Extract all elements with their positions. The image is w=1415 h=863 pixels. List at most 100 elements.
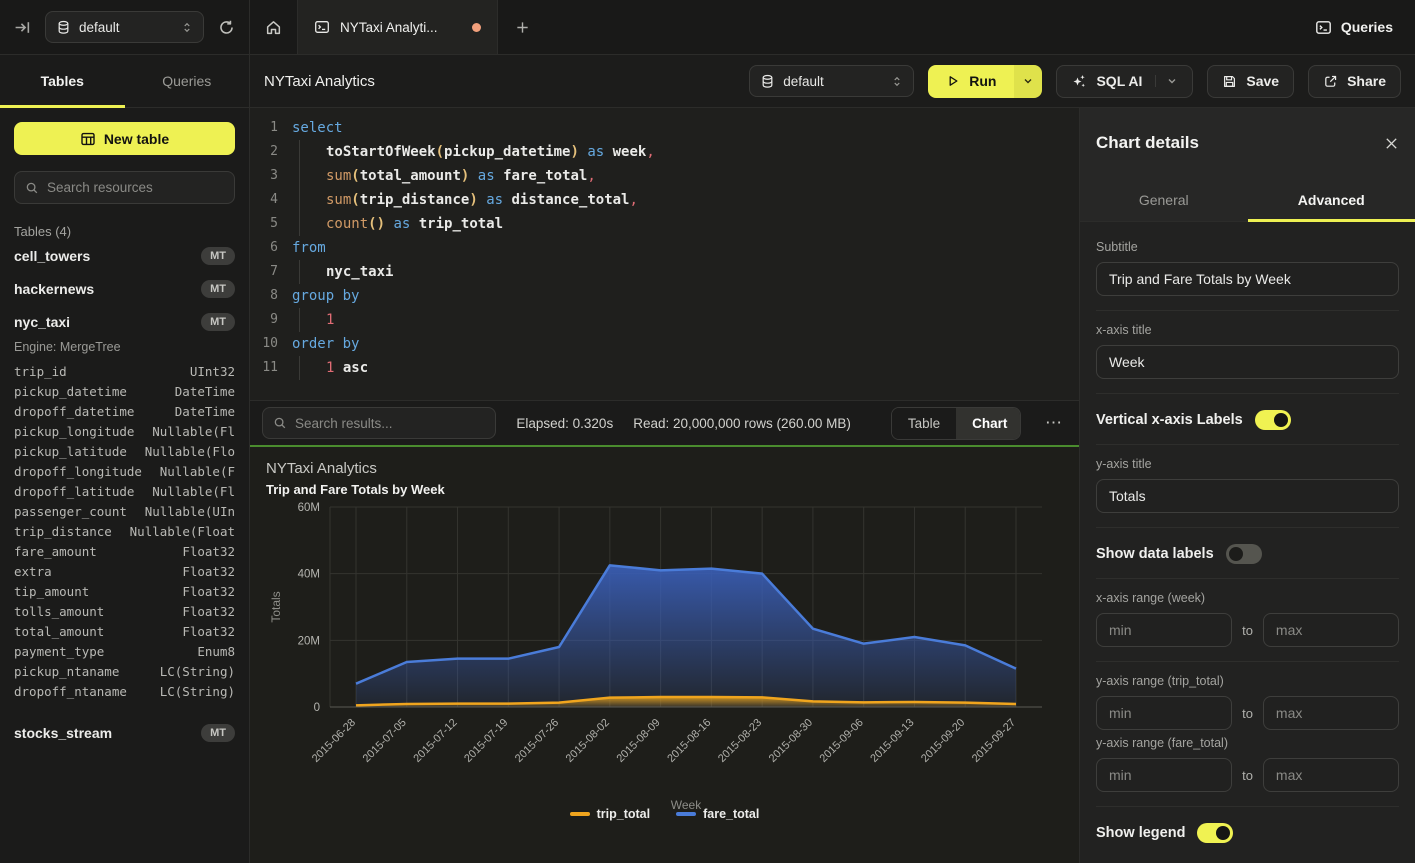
- xaxis-range-max-field[interactable]: [1263, 613, 1399, 647]
- column-row: dropoff_datetimeDateTime: [14, 402, 235, 422]
- table-item[interactable]: hackernews MT: [14, 272, 235, 305]
- code-line: 3sum(total_amount) as fare_total,: [250, 164, 1079, 188]
- column-row: dropoff_latitudeNullable(Fl: [14, 482, 235, 502]
- sql-ai-options-button[interactable]: [1155, 75, 1178, 87]
- column-type: DateTime: [175, 402, 235, 422]
- svg-text:2015-06-28: 2015-06-28: [310, 717, 358, 765]
- legend-label: fare_total: [703, 807, 759, 821]
- results-chart-svg: 020M40M60M2015-06-282015-07-052015-07-12…: [266, 497, 1066, 819]
- view-switcher: Table Chart: [891, 407, 1021, 440]
- query-toolbar: NYTaxi Analytics default Run: [250, 55, 1415, 108]
- column-type: Nullable(Float: [130, 522, 235, 542]
- column-name: tolls_amount: [14, 602, 104, 622]
- show-legend-toggle[interactable]: [1197, 823, 1233, 843]
- table-item[interactable]: cell_towersMT: [14, 239, 235, 272]
- tab-general[interactable]: General: [1080, 178, 1248, 221]
- column-type: UInt32: [190, 362, 235, 382]
- top-bar: default NYTaxi Analyti...: [0, 0, 1415, 55]
- results-search-input[interactable]: [295, 416, 485, 431]
- collapse-sidebar-icon[interactable]: [14, 19, 31, 36]
- table-item[interactable]: nyc_taxi MT: [14, 305, 235, 338]
- run-options-button[interactable]: [1014, 65, 1042, 98]
- console-icon: [314, 19, 330, 35]
- data-labels-toggle[interactable]: [1226, 544, 1262, 564]
- column-type: Nullable(Fl: [152, 422, 235, 442]
- sidebar-tab-tables[interactable]: Tables: [0, 55, 125, 107]
- code-text: toStartOfWeek(pickup_datetime) as week,: [292, 140, 655, 164]
- yaxis-range-fare-max-field[interactable]: [1263, 758, 1399, 792]
- close-icon[interactable]: [1384, 136, 1399, 151]
- view-table-button[interactable]: Table: [892, 408, 956, 439]
- new-table-label: New table: [104, 131, 169, 147]
- results-search[interactable]: [262, 407, 496, 439]
- home-tab[interactable]: [250, 0, 298, 54]
- new-tab-button[interactable]: [498, 0, 546, 54]
- tab-general-label: General: [1139, 192, 1189, 208]
- yaxis-range-trip-max-field[interactable]: [1263, 696, 1399, 730]
- sidebar-search-input[interactable]: [47, 180, 224, 195]
- legend-swatch-icon: [570, 812, 590, 816]
- database-selector[interactable]: default: [45, 11, 204, 43]
- table-item[interactable]: stocks_streamMT: [14, 716, 235, 749]
- new-table-button[interactable]: New table: [14, 122, 235, 155]
- line-number: 5: [250, 212, 278, 236]
- column-name: dropoff_ntaname: [14, 682, 127, 702]
- column-name: trip_id: [14, 362, 67, 382]
- tab-advanced[interactable]: Advanced: [1248, 178, 1415, 221]
- svg-text:0: 0: [314, 702, 320, 714]
- subtitle-field[interactable]: [1096, 262, 1399, 296]
- sidebar-search[interactable]: [14, 171, 235, 204]
- tab-nytaxi-analytics[interactable]: NYTaxi Analyti...: [298, 0, 498, 54]
- database-icon: [56, 20, 71, 35]
- svg-text:2015-07-19: 2015-07-19: [462, 717, 510, 765]
- sidebar-tab-queries-label: Queries: [162, 73, 211, 89]
- svg-text:2015-08-23: 2015-08-23: [716, 717, 764, 765]
- panel-title: Chart details: [1096, 133, 1199, 153]
- subtitle-field-label: Subtitle: [1096, 240, 1399, 254]
- line-number: 1: [250, 116, 278, 140]
- yaxis-title-field-label: y-axis title: [1096, 457, 1399, 471]
- code-text: group by: [292, 284, 359, 308]
- table-engine-badge: MT: [201, 280, 235, 298]
- yaxis-range-fare-min-field[interactable]: [1096, 758, 1232, 792]
- chart-details-panel: Chart details General Advanced Subtitle …: [1079, 108, 1415, 863]
- legend-item[interactable]: fare_total: [676, 807, 759, 821]
- refresh-icon[interactable]: [218, 19, 235, 36]
- queries-button[interactable]: Queries: [1293, 0, 1415, 54]
- code-line: 6from: [250, 236, 1079, 260]
- legend-swatch-icon: [676, 812, 696, 816]
- column-name: dropoff_longitude: [14, 462, 142, 482]
- results-more-button[interactable]: ⋯: [1041, 413, 1067, 433]
- column-type: Float32: [182, 582, 235, 602]
- run-database-selector[interactable]: default: [749, 65, 914, 97]
- save-button-label: Save: [1246, 73, 1279, 89]
- yaxis-range-trip-min-field[interactable]: [1096, 696, 1232, 730]
- column-name: pickup_latitude: [14, 442, 127, 462]
- table-name: nyc_taxi: [14, 314, 70, 330]
- column-name: pickup_ntaname: [14, 662, 119, 682]
- table-engine-badge: MT: [201, 313, 235, 331]
- database-selector-value: default: [79, 20, 120, 35]
- sidebar-tab-queries[interactable]: Queries: [125, 55, 250, 107]
- share-button[interactable]: Share: [1308, 65, 1401, 98]
- sql-ai-button[interactable]: SQL AI: [1056, 65, 1193, 98]
- sql-editor[interactable]: 1select2toStartOfWeek(pickup_datetime) a…: [250, 108, 1079, 400]
- column-name: pickup_longitude: [14, 422, 134, 442]
- view-chart-button[interactable]: Chart: [956, 408, 1021, 439]
- vertical-labels-toggle[interactable]: [1255, 410, 1291, 430]
- table-name: hackernews: [14, 281, 94, 297]
- table-name: cell_towers: [14, 248, 90, 264]
- sparkles-icon: [1071, 73, 1087, 89]
- page-title: NYTaxi Analytics: [264, 73, 375, 90]
- run-button[interactable]: Run: [928, 65, 1014, 98]
- yaxis-title-field[interactable]: [1096, 479, 1399, 513]
- xaxis-title-field[interactable]: [1096, 345, 1399, 379]
- column-type: Float32: [182, 622, 235, 642]
- save-button[interactable]: Save: [1207, 65, 1294, 98]
- view-table-label: Table: [908, 416, 940, 431]
- line-number: 8: [250, 284, 278, 308]
- svg-text:2015-08-16: 2015-08-16: [665, 717, 713, 765]
- legend-item[interactable]: trip_total: [570, 807, 650, 821]
- xaxis-range-min-field[interactable]: [1096, 613, 1232, 647]
- column-type: Nullable(F: [160, 462, 235, 482]
